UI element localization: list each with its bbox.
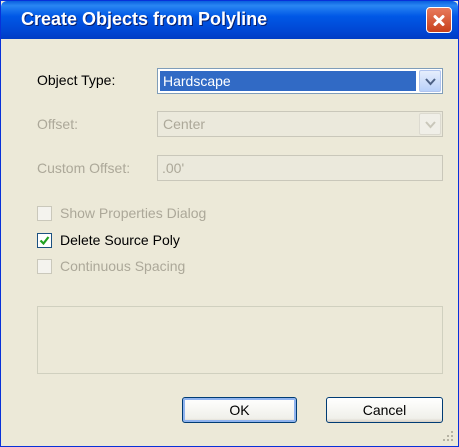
offset-label: Offset: bbox=[37, 116, 78, 132]
delete-source-poly-label: Delete Source Poly bbox=[60, 232, 180, 248]
object-type-select[interactable]: Hardscape bbox=[157, 68, 443, 94]
cancel-button[interactable]: Cancel bbox=[326, 397, 443, 423]
resize-grip-icon[interactable] bbox=[442, 430, 454, 442]
ok-button[interactable]: OK bbox=[182, 397, 297, 423]
offset-dropdown-arrow[interactable] bbox=[419, 113, 441, 135]
custom-offset-input[interactable]: .00' bbox=[157, 155, 443, 181]
offset-value: Center bbox=[163, 116, 206, 132]
show-properties-dialog-label: Show Properties Dialog bbox=[60, 205, 207, 221]
title-bar[interactable]: Create Objects from Polyline bbox=[1, 1, 458, 39]
object-type-value: Hardscape bbox=[160, 71, 416, 91]
dialog-window: Create Objects from Polyline Object Type… bbox=[0, 0, 459, 447]
dialog-title: Create Objects from Polyline bbox=[21, 9, 268, 29]
continuous-spacing-label: Continuous Spacing bbox=[60, 258, 186, 274]
offset-select[interactable]: Center bbox=[157, 111, 443, 137]
object-type-dropdown-arrow[interactable] bbox=[419, 70, 441, 92]
continuous-spacing-checkbox[interactable] bbox=[37, 259, 52, 274]
close-button[interactable] bbox=[426, 7, 452, 33]
delete-source-poly-checkbox[interactable] bbox=[37, 233, 52, 248]
info-panel bbox=[37, 306, 443, 374]
object-type-label: Object Type: bbox=[37, 72, 116, 88]
chevron-down-icon bbox=[425, 121, 436, 129]
show-properties-dialog-checkbox[interactable] bbox=[37, 206, 52, 221]
checkmark-icon bbox=[39, 236, 50, 246]
custom-offset-label: Custom Offset: bbox=[37, 160, 131, 176]
chevron-down-icon bbox=[425, 78, 436, 86]
